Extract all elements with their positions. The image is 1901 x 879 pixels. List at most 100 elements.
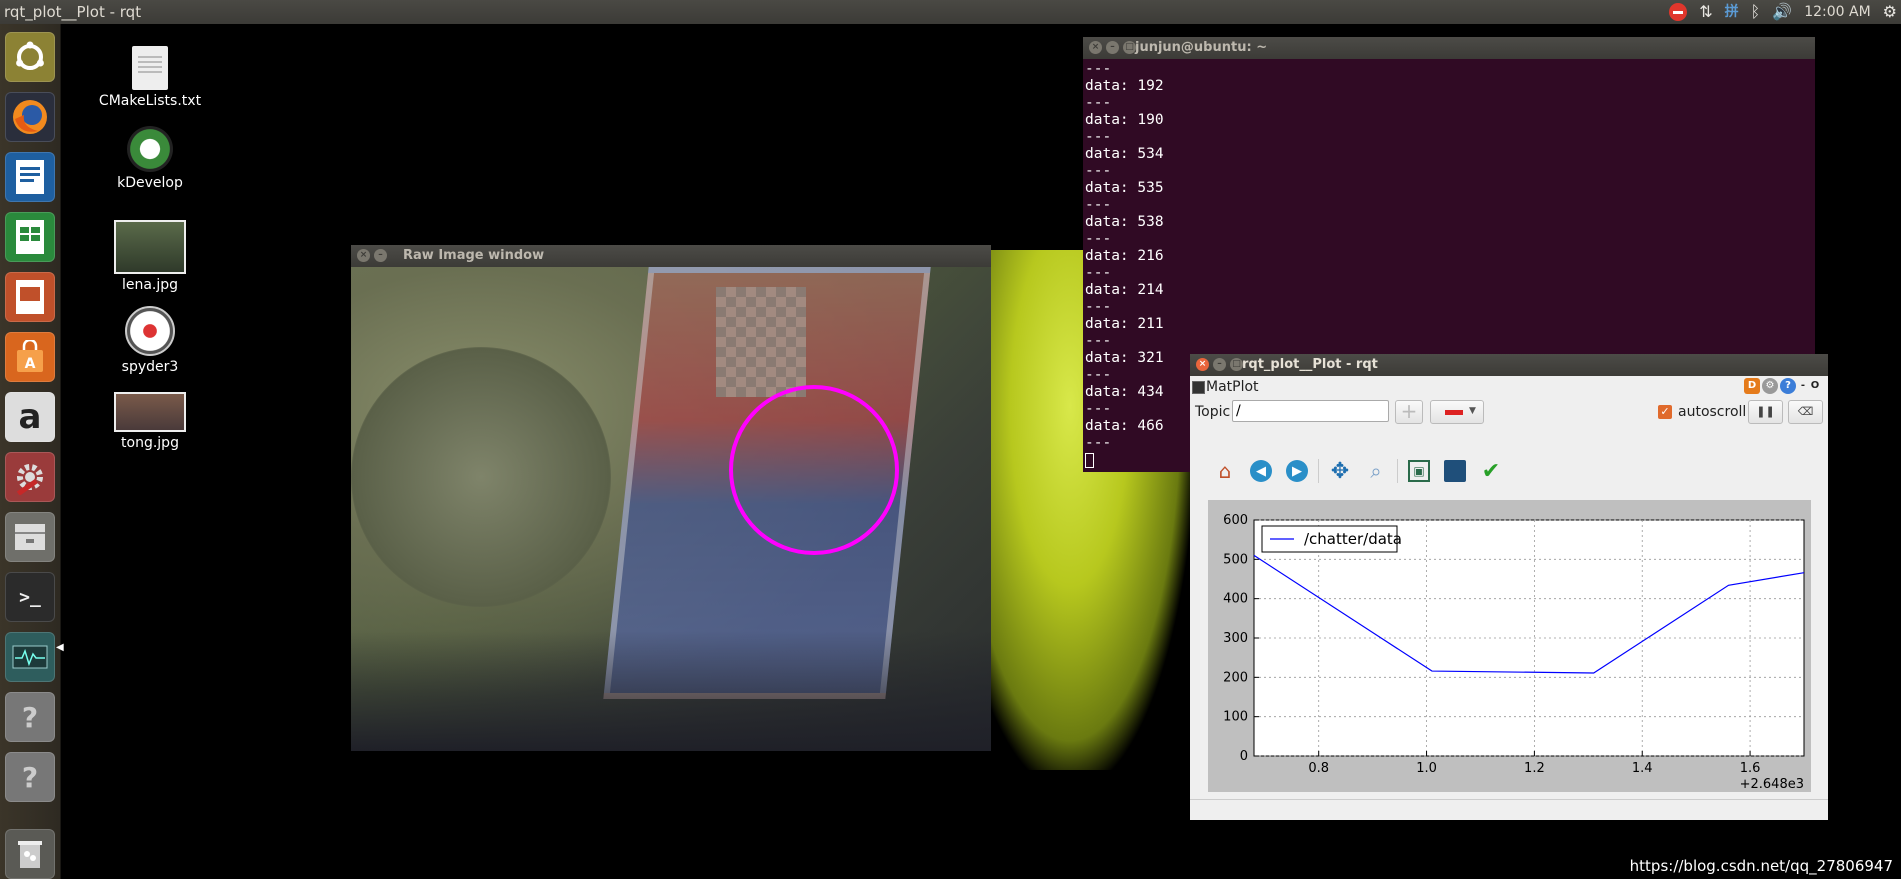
- desktop-icon-cmakelists[interactable]: CMakeLists.txt: [95, 46, 205, 109]
- topic-input[interactable]: [1232, 400, 1389, 422]
- x-tick-label: 1.2: [1524, 761, 1545, 776]
- shopping-bag-icon[interactable]: A: [5, 332, 55, 382]
- y-tick-label: 300: [1223, 631, 1248, 646]
- input-method-icon[interactable]: 拼: [1725, 0, 1739, 24]
- desktop-icon-spyder3[interactable]: spyder3: [95, 306, 205, 375]
- save-icon[interactable]: [1444, 460, 1466, 482]
- top-panel: rqt_plot__Plot - rqt ⇅ 拼 ᛒ 🔊 12:00 AM ⚙: [0, 0, 1901, 24]
- back-arrow-icon[interactable]: ◀: [1250, 460, 1272, 482]
- maximize-icon[interactable]: □: [1230, 358, 1243, 371]
- bluetooth-icon[interactable]: ᛒ: [1751, 0, 1761, 24]
- home-icon[interactable]: ⌂: [1210, 456, 1240, 486]
- plot-footer: [1190, 799, 1828, 820]
- window-titlebar[interactable]: × – Raw Image window: [351, 245, 991, 267]
- matplot-icon: [1192, 381, 1205, 394]
- x-offset-label: +2.648e3: [1740, 777, 1804, 792]
- desktop-icon-lena[interactable]: lena.jpg: [95, 220, 205, 293]
- terminal-line: ---: [1085, 95, 1112, 111]
- terminal-line: ---: [1085, 299, 1112, 315]
- close-icon[interactable]: ×: [1089, 41, 1102, 54]
- desktop-icon-label: CMakeLists.txt: [98, 93, 202, 109]
- topic-label: Topic: [1195, 404, 1231, 420]
- close-icon[interactable]: ×: [357, 249, 370, 262]
- watermark: https://blog.csdn.net/qq_27806947: [1629, 857, 1893, 875]
- terminal-icon[interactable]: >_: [5, 572, 55, 622]
- raw-image-window[interactable]: × – Raw Image window: [351, 245, 991, 751]
- add-topic-button[interactable]: +: [1395, 400, 1423, 424]
- remove-topic-button[interactable]: ▼: [1430, 400, 1484, 424]
- minimize-icon[interactable]: –: [1213, 358, 1226, 371]
- stop-icon[interactable]: [1669, 3, 1688, 21]
- y-tick-label: 400: [1223, 592, 1248, 607]
- minimize-plugin-icon[interactable]: -: [1798, 378, 1808, 394]
- desktop-icon-label: lena.jpg: [121, 277, 179, 293]
- gear-icon[interactable]: ⚙: [1762, 378, 1778, 394]
- terminal-cursor: [1085, 452, 1094, 468]
- window-title: rqt_plot__Plot - rqt: [1242, 357, 1378, 372]
- image-file-icon: [114, 220, 186, 274]
- network-arrows-icon[interactable]: ⇅: [1699, 0, 1712, 24]
- trash-icon[interactable]: [5, 829, 55, 879]
- clear-button[interactable]: ⌫: [1788, 400, 1823, 424]
- matplotlib-toolbar: ⌂ ◀ ▶ ✥ ⌕ ▣ ✔: [1210, 456, 1506, 486]
- minimize-icon[interactable]: –: [374, 249, 387, 262]
- toolbar-separator: [1318, 459, 1319, 483]
- edit-parameters-icon[interactable]: ✔: [1476, 456, 1506, 486]
- pan-icon[interactable]: ✥: [1325, 456, 1355, 486]
- power-gear-icon[interactable]: ⚙: [1883, 0, 1897, 24]
- help-icon[interactable]: ?: [1780, 378, 1796, 394]
- spyder-icon: [125, 306, 175, 356]
- monitor-icon[interactable]: [5, 632, 55, 682]
- camera-image: [351, 267, 991, 751]
- desktop-icon-tong[interactable]: tong.jpg: [95, 392, 205, 451]
- float-plugin-icon[interactable]: O: [1810, 378, 1820, 394]
- ubuntu-logo-icon[interactable]: [5, 32, 55, 82]
- autoscroll-toggle[interactable]: ✓ autoscroll: [1658, 404, 1746, 420]
- x-tick-label: 0.8: [1308, 761, 1329, 776]
- rqt-plot-window[interactable]: × – □ rqt_plot__Plot - rqt MatPlot D ⚙ ?…: [1190, 354, 1828, 820]
- active-window-title: rqt_plot__Plot - rqt: [4, 3, 142, 21]
- terminal-line: ---: [1085, 197, 1112, 213]
- autoscroll-checkbox[interactable]: ✓: [1658, 405, 1672, 419]
- terminal-line: ---: [1085, 61, 1112, 77]
- pause-button[interactable]: ❚❚: [1748, 400, 1783, 424]
- y-tick-label: 0: [1240, 749, 1248, 764]
- terminal-line: data: 534: [1085, 146, 1164, 162]
- file-cabinet-icon[interactable]: [5, 512, 55, 562]
- question-icon[interactable]: ?: [5, 752, 55, 802]
- terminal-line: ---: [1085, 231, 1112, 247]
- line-chart: 0 100 200 300 400 500 600 0.8 1.0 1.2 1.4 1.6+2.648…: [1223, 513, 1805, 792]
- window-titlebar[interactable]: × – □ junjun@ubuntu: ~: [1083, 37, 1815, 59]
- terminal-line: ---: [1085, 163, 1112, 179]
- kdevelop-icon: [127, 126, 173, 172]
- close-icon[interactable]: ×: [1196, 358, 1209, 371]
- calc-icon[interactable]: [5, 212, 55, 262]
- plugin-name: MatPlot: [1206, 379, 1259, 395]
- y-tick-label: 600: [1223, 513, 1248, 528]
- image-file-icon: [114, 392, 186, 432]
- terminal-line: data: 216: [1085, 248, 1164, 264]
- clock[interactable]: 12:00 AM: [1804, 0, 1870, 24]
- writer-icon[interactable]: [5, 152, 55, 202]
- configure-subplots-icon[interactable]: ▣: [1408, 460, 1430, 482]
- terminal-line: ---: [1085, 333, 1112, 349]
- question-icon[interactable]: ?: [5, 692, 55, 742]
- terminal-line: data: 214: [1085, 282, 1164, 298]
- forward-arrow-icon[interactable]: ▶: [1286, 460, 1308, 482]
- maximize-icon[interactable]: □: [1123, 41, 1136, 54]
- system-tray: ⇅ 拼 ᛒ 🔊 12:00 AM ⚙: [1669, 0, 1901, 24]
- amazon-icon[interactable]: a: [5, 392, 55, 442]
- impress-icon[interactable]: [5, 272, 55, 322]
- plot-canvas[interactable]: 0 100 200 300 400 500 600 0.8 1.0 1.2 1.4 1.6 +2.648…: [1208, 500, 1811, 792]
- dock-d-icon[interactable]: D: [1744, 378, 1760, 394]
- settings-icon[interactable]: [5, 452, 55, 502]
- autoscroll-label: autoscroll: [1678, 404, 1747, 420]
- minimize-icon[interactable]: –: [1106, 41, 1119, 54]
- desktop-icon-kdevelop[interactable]: kDevelop: [95, 126, 205, 191]
- launcher: A a >_ ? ?: [0, 24, 61, 879]
- terminal-line: ---: [1085, 129, 1112, 145]
- firefox-icon[interactable]: [5, 92, 55, 142]
- zoom-icon[interactable]: ⌕: [1361, 456, 1391, 486]
- volume-icon[interactable]: 🔊: [1772, 0, 1792, 24]
- window-titlebar[interactable]: × – □ rqt_plot__Plot - rqt: [1190, 354, 1828, 376]
